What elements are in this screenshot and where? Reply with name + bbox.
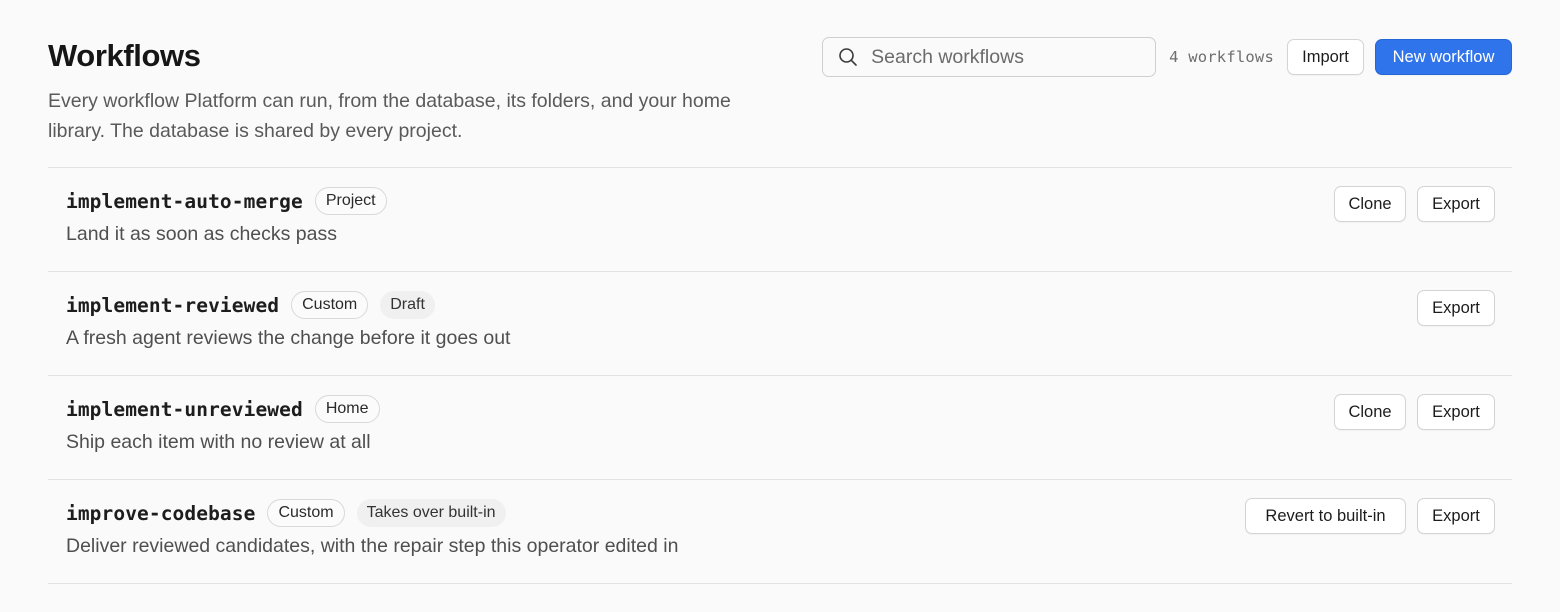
page-title: Workflows	[48, 38, 201, 73]
export-button[interactable]: Export	[1417, 290, 1495, 326]
status-badge: Takes over built-in	[356, 499, 506, 527]
workflow-description: A fresh agent reviews the change before …	[66, 327, 511, 349]
workflow-description: Ship each item with no review at all	[66, 431, 371, 453]
clone-button[interactable]: Clone	[1334, 394, 1406, 430]
workflow-count: 4 workflows	[1169, 48, 1274, 66]
workflow-description: Deliver reviewed candidates, with the re…	[66, 535, 679, 557]
source-badge: Home	[314, 395, 380, 423]
search-box[interactable]	[822, 37, 1157, 77]
workflow-name[interactable]: implement-unreviewed	[66, 398, 303, 421]
row-actions: Clone Export	[1323, 394, 1495, 430]
workflows-page: Workflows Every workflow Platform can ru…	[0, 0, 1560, 612]
status-badge: Draft	[380, 291, 435, 319]
workflow-name[interactable]: implement-reviewed	[66, 294, 279, 317]
workflow-title-line: implement-reviewed Custom Draft	[66, 289, 435, 321]
export-button[interactable]: Export	[1417, 186, 1495, 222]
workflow-row: implement-reviewed Custom Draft A fresh …	[48, 272, 1512, 376]
header-controls: 4 workflows Import New workflow	[822, 36, 1512, 78]
workflow-row: implement-unreviewed Home Ship each item…	[48, 376, 1512, 480]
source-badge: Project	[314, 187, 387, 215]
import-button[interactable]: Import	[1287, 39, 1364, 75]
workflow-description: Land it as soon as checks pass	[66, 223, 337, 245]
source-badge: Custom	[291, 291, 369, 319]
workflow-name[interactable]: improve-codebase	[66, 502, 255, 525]
workflow-name[interactable]: implement-auto-merge	[66, 190, 303, 213]
workflow-title-line: improve-codebase Custom Takes over built…	[66, 497, 506, 529]
page-subtitle: Every workflow Platform can run, from th…	[48, 90, 731, 142]
source-badge: Custom	[267, 499, 345, 527]
workflow-title-line: implement-unreviewed Home	[66, 393, 380, 425]
row-actions: Clone Export	[1323, 186, 1495, 222]
revert-button[interactable]: Revert to built-in	[1245, 498, 1406, 534]
workflow-title-line: implement-auto-merge Project	[66, 185, 387, 217]
workflow-row: implement-auto-merge Project Land it as …	[48, 168, 1512, 272]
row-actions: Revert to built-in Export	[1234, 498, 1495, 534]
row-actions: Export	[1406, 290, 1495, 326]
export-button[interactable]: Export	[1417, 498, 1495, 534]
clone-button[interactable]: Clone	[1334, 186, 1406, 222]
search-icon	[837, 46, 859, 68]
page-header: Workflows Every workflow Platform can ru…	[48, 0, 1512, 168]
new-workflow-button[interactable]: New workflow	[1375, 39, 1512, 75]
export-button[interactable]: Export	[1417, 394, 1495, 430]
workflow-row: improve-codebase Custom Takes over built…	[48, 480, 1512, 584]
search-input[interactable]	[871, 45, 1132, 69]
